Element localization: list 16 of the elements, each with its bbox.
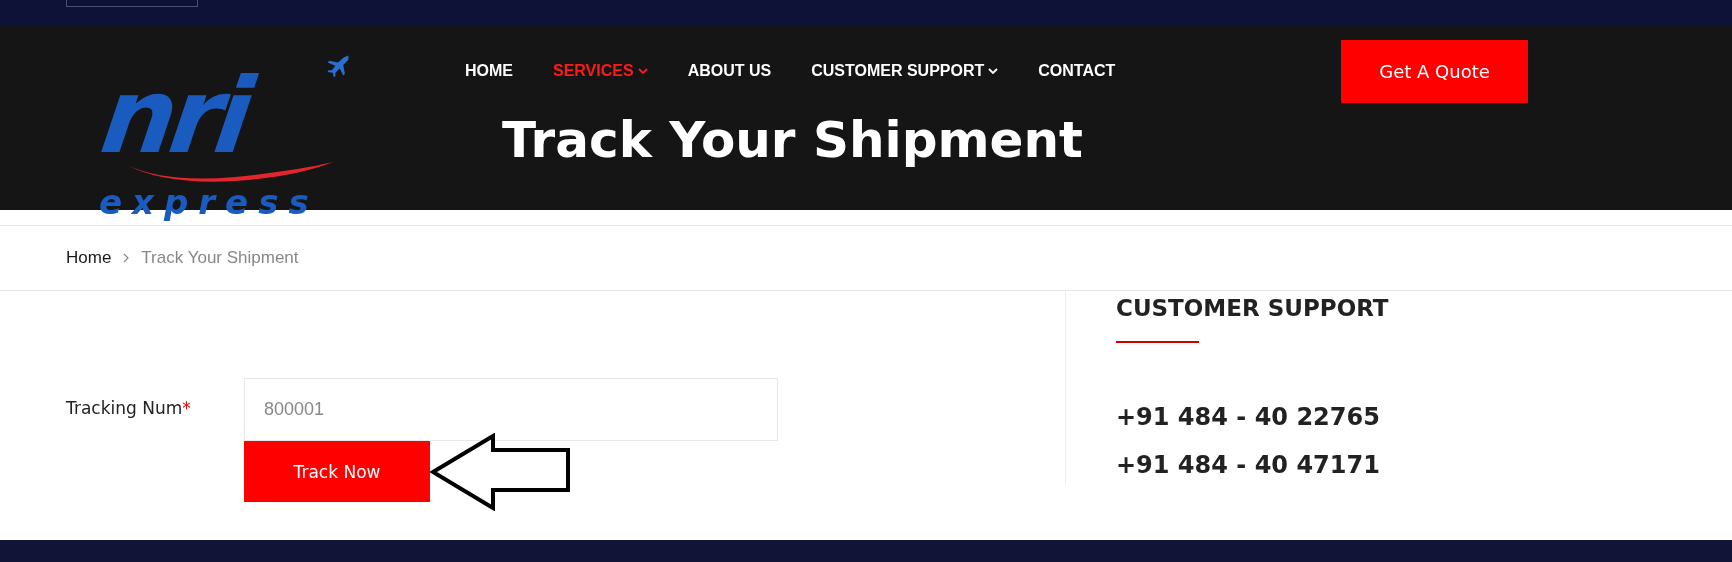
track-now-button[interactable]: Track Now <box>244 441 430 503</box>
phone-number: +91 484 - 40 22765 <box>1116 405 1381 430</box>
section-heading: CUSTOMER SUPPORT <box>1116 295 1389 322</box>
nav-link[interactable]: SERVICES <box>553 62 648 81</box>
nav-link[interactable]: HOME <box>465 62 513 81</box>
nav-link[interactable]: ABOUT US <box>687 62 772 81</box>
nav-link[interactable]: CONTACT <box>1038 62 1116 81</box>
chevron-icon <box>123 253 130 264</box>
get-quote-button[interactable]: Get A Quote <box>1341 39 1528 103</box>
nav-link[interactable]: CUSTOMER SUPPORT <box>811 62 999 81</box>
field-label: Tracking Num* <box>66 397 192 419</box>
tracking-number-field[interactable]: 800001 <box>244 378 778 442</box>
breadcrumb-current: Track Your Shipment <box>141 248 299 269</box>
phone-number: +91 484 - 40 47171 <box>1116 453 1381 478</box>
breadcrumb-link[interactable]: Home <box>66 248 112 269</box>
page-title: Track Your Shipment <box>502 112 1084 168</box>
